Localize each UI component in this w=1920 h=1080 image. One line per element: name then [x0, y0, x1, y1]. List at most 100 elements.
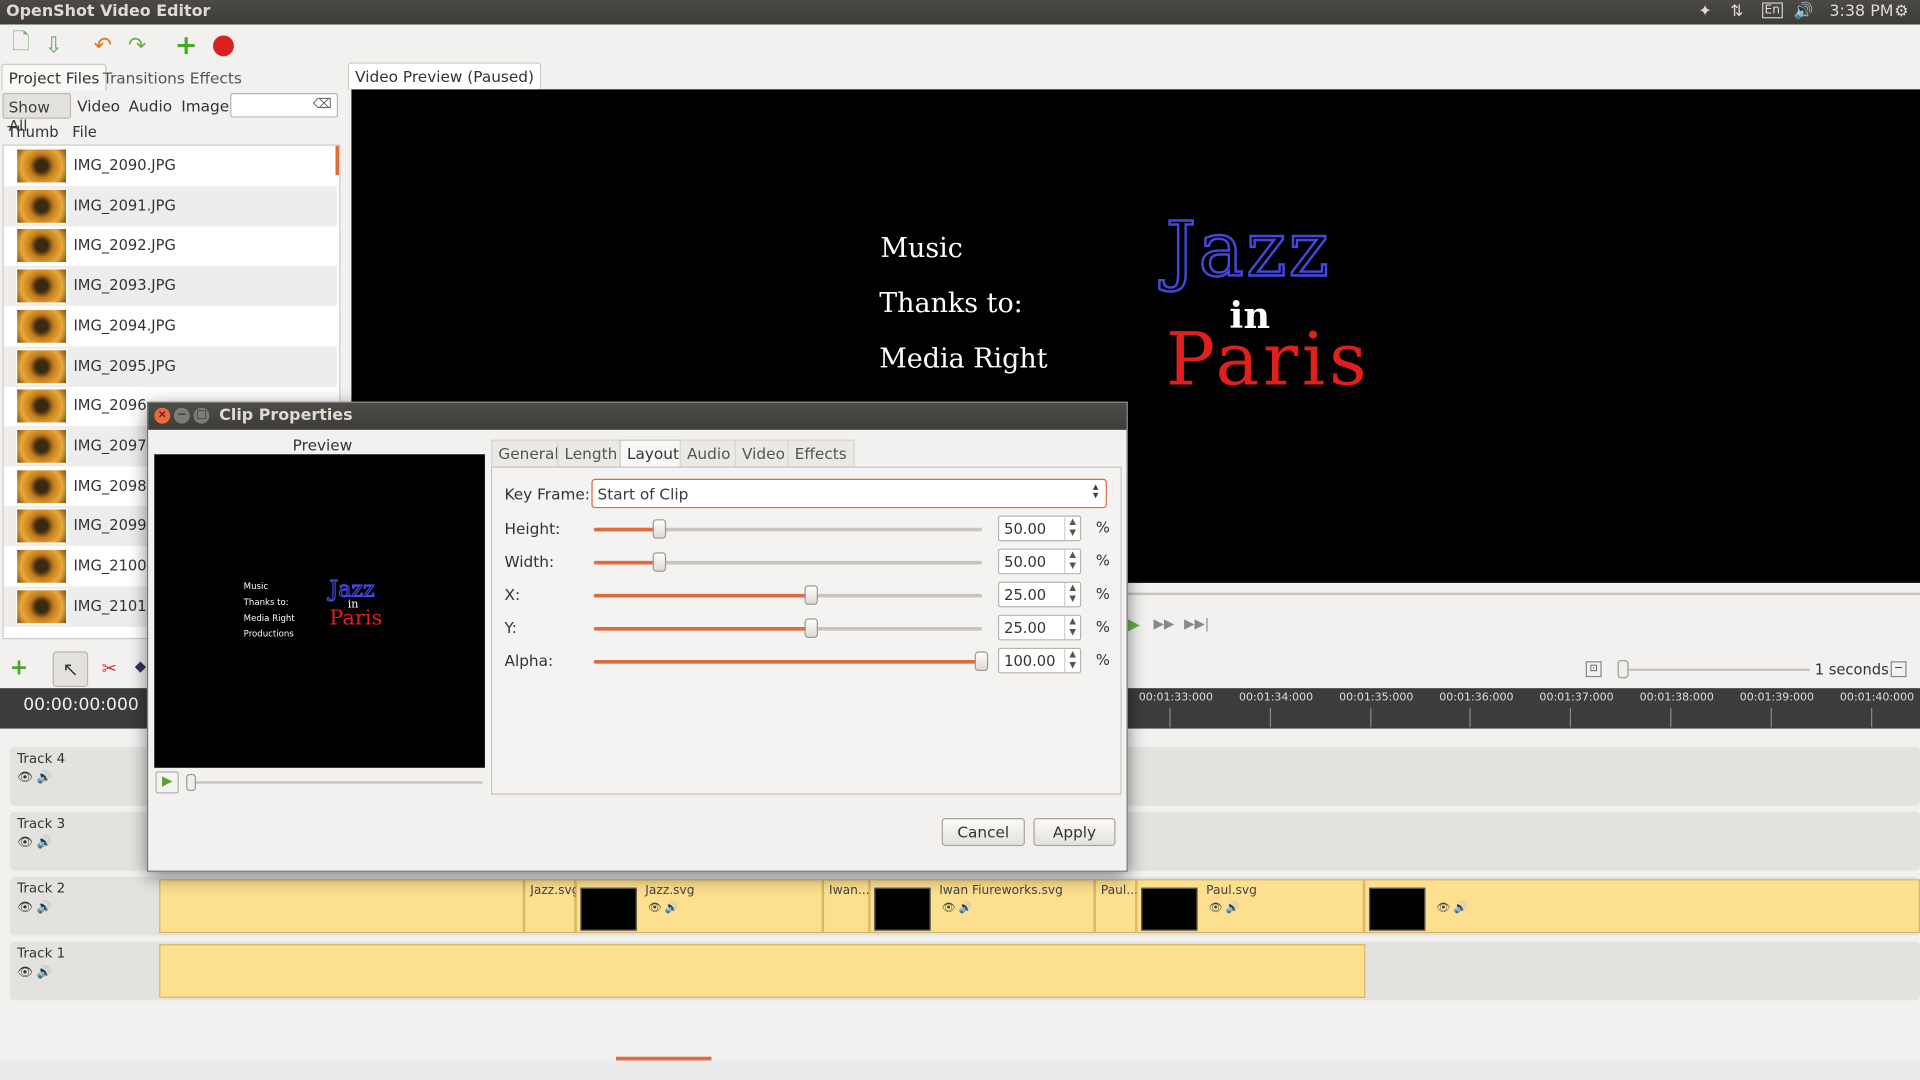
timeline-clip[interactable]: 👁 🔊 Jazz.svg — [575, 879, 823, 934]
filter-show-all[interactable]: Show All — [2, 93, 72, 135]
track-audio-icon[interactable]: 🔊 — [37, 901, 52, 914]
track-audio-icon[interactable]: 🔊 — [37, 966, 52, 979]
property-slider[interactable] — [593, 585, 983, 605]
property-slider[interactable] — [593, 519, 983, 539]
timeline-track[interactable]: Track 2 👁 🔊 Jazz.svg 👁 🔊 Jazz.svg Iwan... 👁 🔊 Iwan… — [9, 876, 1920, 936]
filter-audio[interactable]: Audio — [129, 97, 173, 115]
property-spinbox[interactable]: 100.00 ▲ ▼ — [997, 647, 1082, 674]
clip-visibility-icon[interactable]: 👁 — [648, 902, 662, 914]
tab-length[interactable]: Length — [557, 439, 625, 467]
razor-tool-icon[interactable]: ✂ — [102, 658, 117, 680]
apply-button[interactable]: Apply — [1033, 817, 1116, 847]
track-audio-icon[interactable]: 🔊 — [37, 771, 52, 784]
clip-audio-icon[interactable]: 🔊 — [665, 902, 679, 914]
maximize-icon[interactable]: □ — [193, 407, 210, 424]
slider-knob[interactable] — [652, 519, 666, 539]
keyframe-select[interactable]: Start of Clip ▴ ▾ — [591, 478, 1107, 509]
zoom-slider-knob[interactable] — [1617, 660, 1629, 679]
new-project-icon[interactable]: 🗋 — [6, 29, 35, 60]
property-spinbox[interactable]: 25.00 ▲ ▼ — [997, 614, 1082, 641]
dialog-titlebar[interactable]: × − □ Clip Properties — [148, 402, 1127, 430]
volume-icon[interactable]: 🔊 — [1794, 2, 1814, 20]
track-audio-icon[interactable]: 🔊 — [37, 836, 52, 849]
filter-video[interactable]: Video — [77, 97, 120, 115]
spin-arrows-icon[interactable]: ▲ ▼ — [1064, 516, 1080, 541]
clip-visibility-icon[interactable]: 👁 — [942, 902, 956, 914]
network-icon[interactable]: ⇅ — [1730, 2, 1743, 20]
select-tool-icon[interactable]: ↖ — [52, 651, 89, 687]
timeline-clip[interactable]: Jazz.svg — [524, 879, 579, 934]
tab-general[interactable]: General — [491, 439, 567, 467]
list-item[interactable]: IMG_2094.JPG — [4, 306, 337, 346]
list-item[interactable]: IMG_2091.JPG — [3, 185, 337, 227]
list-item[interactable]: IMG_2093.JPG — [3, 265, 337, 307]
property-slider[interactable] — [593, 618, 983, 638]
record-icon[interactable] — [208, 31, 237, 60]
track-visibility-icon[interactable]: 👁 — [17, 836, 33, 849]
spin-arrows-icon[interactable]: ▲ ▼ — [1064, 615, 1080, 640]
list-item[interactable]: IMG_2095.JPG — [3, 345, 337, 387]
timeline-clip[interactable] — [159, 944, 1366, 998]
clip-visibility-icon[interactable]: 👁 — [1209, 902, 1223, 914]
property-slider[interactable] — [593, 552, 983, 572]
tab-effects[interactable]: Effects — [787, 439, 855, 467]
property-spinbox[interactable]: 50.00 ▲ ▼ — [997, 548, 1082, 575]
close-icon[interactable]: × — [154, 407, 171, 424]
clip-audio-icon[interactable]: 🔊 — [1453, 902, 1467, 914]
track-visibility-icon[interactable]: 👁 — [17, 901, 33, 914]
column-thumb[interactable]: Thumb — [7, 124, 58, 141]
slider-knob[interactable] — [803, 585, 818, 605]
track-visibility-icon[interactable]: 👁 — [17, 771, 33, 784]
slider-knob[interactable] — [974, 651, 989, 672]
fast-forward-icon[interactable]: ▶▶ — [1153, 616, 1174, 632]
dialog-seek-knob[interactable] — [186, 773, 196, 792]
import-files-icon[interactable]: + — [171, 30, 200, 61]
dialog-play-icon[interactable]: ▶ — [155, 771, 179, 794]
minimize-icon[interactable]: − — [173, 407, 190, 424]
tab-layout[interactable]: Layout — [619, 439, 687, 467]
undo-icon[interactable]: ↶ — [88, 31, 117, 60]
clock[interactable]: 3:38 PM — [1829, 2, 1893, 20]
spin-arrows-icon[interactable]: ▲ ▼ — [1064, 549, 1080, 574]
timeline-scrollbar[interactable] — [0, 1056, 1920, 1080]
file-search-input[interactable]: ⌫ — [230, 93, 338, 118]
clip-visibility-icon[interactable]: 👁 — [1436, 902, 1450, 914]
zoom-slider[interactable] — [1617, 660, 1810, 679]
dropbox-icon[interactable]: ✦ — [1698, 2, 1711, 20]
timeline-scroll-thumb[interactable] — [615, 1056, 712, 1061]
save-project-icon[interactable]: ⇩ — [39, 31, 68, 60]
tab-effects[interactable]: Effects — [182, 64, 249, 91]
property-spinbox[interactable]: 25.00 ▲ ▼ — [997, 581, 1082, 608]
timeline-clip[interactable]: Iwan... — [822, 879, 870, 934]
tab-video-preview[interactable]: Video Preview (Paused) — [347, 62, 542, 90]
filter-image[interactable]: Image — [181, 97, 229, 115]
spin-arrows-icon[interactable]: ▲ ▼ — [1064, 648, 1080, 673]
tab-transitions[interactable]: Transitions — [96, 64, 193, 91]
cancel-button[interactable]: Cancel — [941, 817, 1025, 847]
skip-end-icon[interactable]: ▶▶| — [1184, 616, 1209, 632]
dialog-preview-seek[interactable] — [186, 773, 483, 792]
timeline-clip[interactable]: 👁 🔊 Paul.svg — [1136, 879, 1365, 934]
tab-video[interactable]: Video — [734, 439, 793, 467]
timeline-clip[interactable]: Paul... — [1094, 879, 1138, 934]
slider-knob[interactable] — [652, 552, 666, 572]
timeline-clip[interactable]: 👁 🔊 — [1364, 879, 1920, 934]
playback-seek-bar[interactable] — [1127, 592, 1920, 596]
list-item[interactable]: IMG_2092.JPG — [4, 226, 337, 266]
timeline-clip[interactable] — [159, 879, 525, 934]
slider-knob[interactable] — [803, 618, 818, 638]
clear-search-icon[interactable]: ⌫ — [313, 96, 332, 112]
list-item[interactable]: IMG_2090.JPG — [4, 146, 337, 186]
property-spinbox[interactable]: 50.00 ▲ ▼ — [997, 515, 1082, 542]
clip-audio-icon[interactable]: 🔊 — [1226, 902, 1240, 914]
column-file[interactable]: File — [72, 124, 97, 141]
list-scrollbar[interactable] — [335, 145, 340, 176]
keyboard-indicator[interactable]: En — [1762, 2, 1783, 19]
tab-audio[interactable]: Audio — [679, 439, 738, 467]
property-slider[interactable] — [593, 651, 989, 672]
timeline-track[interactable]: Track 1 👁 🔊 — [9, 941, 1920, 1001]
spin-arrows-icon[interactable]: ▲ ▼ — [1064, 582, 1080, 607]
gear-icon[interactable]: ⚙ — [1894, 2, 1908, 20]
tab-project-files[interactable]: Project Files — [1, 63, 107, 91]
track-visibility-icon[interactable]: 👁 — [17, 966, 33, 979]
